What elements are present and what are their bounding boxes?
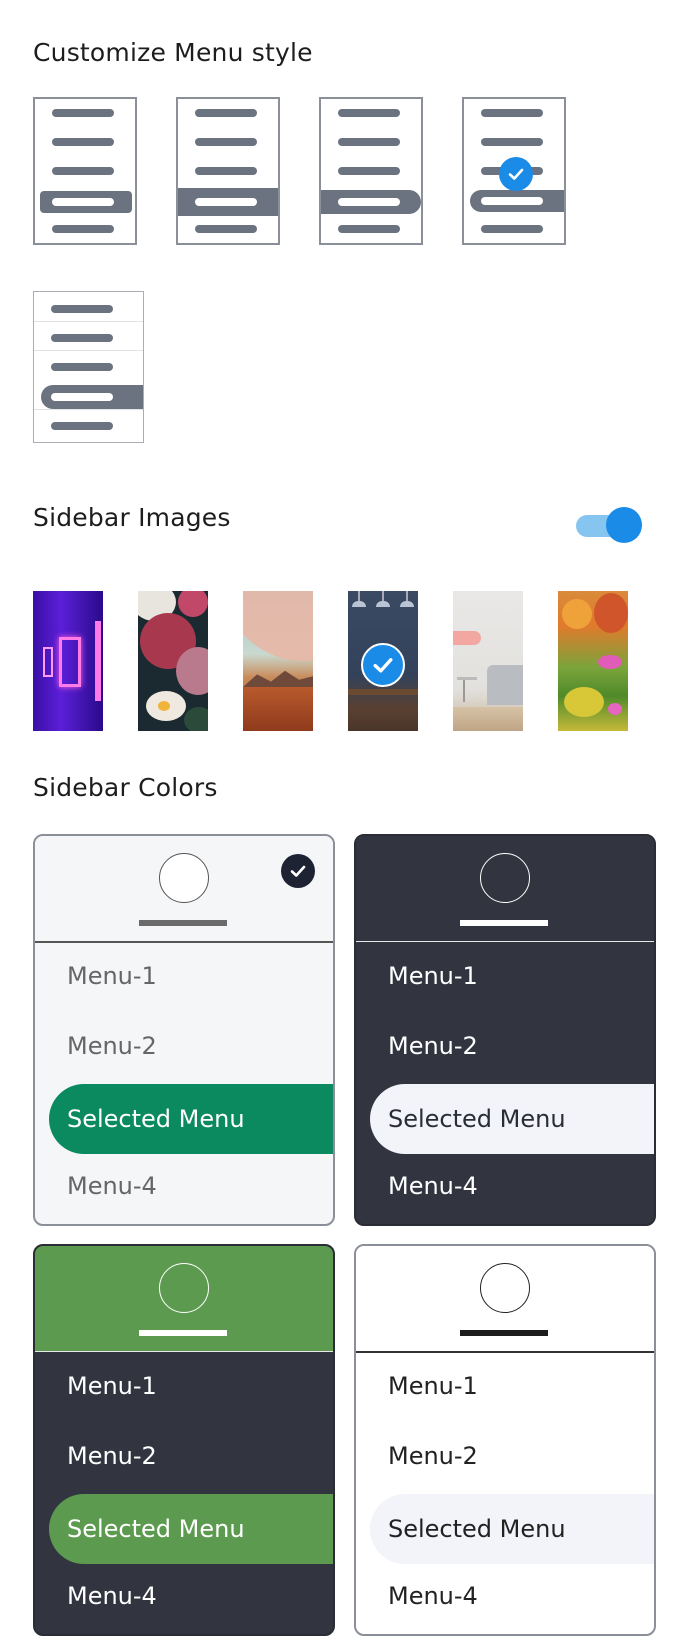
- sidebar-image-planet-desert[interactable]: [243, 591, 313, 731]
- menu-item-4: Menu-4: [67, 1582, 157, 1610]
- avatar: [480, 853, 530, 903]
- menu-bar: [481, 138, 543, 146]
- selected-menu-highlight: [470, 190, 564, 212]
- sidebar-images-title: Sidebar Images: [33, 503, 231, 532]
- menu-bar: [481, 109, 543, 117]
- menu-item-4: Menu-4: [67, 1172, 157, 1200]
- menu-style-title: Customize Menu style: [33, 38, 313, 67]
- menu-bar: [51, 305, 113, 313]
- avatar: [480, 1263, 530, 1313]
- selected-menu-item: Selected Menu: [49, 1084, 333, 1154]
- menu-item-2: Menu-2: [67, 1442, 157, 1470]
- selected-check-icon: [281, 854, 315, 888]
- sidebar-images-toggle[interactable]: [576, 507, 642, 543]
- menu-bar: [195, 167, 257, 175]
- menu-bar: [51, 422, 113, 430]
- menu-bar: [51, 363, 113, 371]
- header-divider: [356, 1351, 654, 1353]
- menu-item-4: Menu-4: [388, 1172, 478, 1200]
- selected-check-icon: [499, 157, 533, 191]
- selected-menu-highlight: [40, 191, 132, 213]
- row-divider: [34, 409, 143, 410]
- menu-bar: [338, 167, 400, 175]
- avatar: [159, 1263, 209, 1313]
- menu-style-option-1[interactable]: [33, 97, 137, 245]
- menu-bar: [195, 109, 257, 117]
- selected-check-icon: [361, 643, 405, 687]
- menu-bar: [338, 138, 400, 146]
- selected-menu-item: Selected Menu: [370, 1494, 654, 1564]
- menu-item-2: Menu-2: [388, 1032, 478, 1060]
- selected-menu-highlight: [321, 190, 421, 214]
- sidebar-color-dark[interactable]: Menu-1 Menu-2 Selected Menu Menu-4: [354, 834, 656, 1226]
- name-underline: [460, 1330, 548, 1336]
- sidebar-image-roses[interactable]: [138, 591, 208, 731]
- menu-style-option-2[interactable]: [176, 97, 280, 245]
- toggle-knob: [606, 507, 642, 543]
- menu-item-4: Menu-4: [388, 1582, 478, 1610]
- menu-bar: [52, 138, 114, 146]
- sidebar-color-white[interactable]: Menu-1 Menu-2 Selected Menu Menu-4: [354, 1244, 656, 1636]
- header-divider: [35, 941, 333, 943]
- avatar: [159, 853, 209, 903]
- menu-bar: [52, 167, 114, 175]
- menu-item-1: Menu-1: [388, 962, 478, 990]
- row-divider: [34, 350, 143, 351]
- card-header: [356, 1246, 654, 1351]
- header-divider: [356, 941, 654, 942]
- menu-item-1: Menu-1: [67, 962, 157, 990]
- menu-bar: [52, 225, 114, 233]
- selected-menu-item: Selected Menu: [49, 1494, 333, 1564]
- name-underline: [139, 920, 227, 926]
- name-underline: [460, 920, 548, 926]
- sidebar-color-light[interactable]: Menu-1 Menu-2 Selected Menu Menu-4: [33, 834, 335, 1226]
- menu-item-2: Menu-2: [388, 1442, 478, 1470]
- menu-bar: [51, 334, 113, 342]
- menu-bar: [195, 138, 257, 146]
- menu-bar: [195, 225, 257, 233]
- menu-bar: [481, 225, 543, 233]
- row-divider: [34, 321, 143, 322]
- sidebar-image-blue-lamps-room[interactable]: [348, 591, 418, 731]
- menu-item-1: Menu-1: [388, 1372, 478, 1400]
- card-header: [35, 1246, 333, 1351]
- card-header: [356, 836, 654, 941]
- selected-menu-highlight: [41, 385, 143, 409]
- sidebar-image-white-room[interactable]: [453, 591, 523, 731]
- menu-item-2: Menu-2: [67, 1032, 157, 1060]
- sidebar-colors-title: Sidebar Colors: [33, 773, 218, 802]
- selected-menu-highlight: [178, 188, 278, 216]
- menu-bar: [338, 225, 400, 233]
- menu-bar: [52, 109, 114, 117]
- sidebar-image-neon-corridor[interactable]: [33, 591, 103, 731]
- card-header: [35, 836, 333, 941]
- menu-style-option-5[interactable]: [33, 291, 144, 443]
- sidebar-color-green-dark[interactable]: Menu-1 Menu-2 Selected Menu Menu-4: [33, 1244, 335, 1636]
- selected-menu-item: Selected Menu: [370, 1084, 654, 1154]
- menu-bar: [338, 109, 400, 117]
- sidebar-image-autumn-garden[interactable]: [558, 591, 628, 731]
- menu-style-option-4[interactable]: [462, 97, 566, 245]
- menu-style-option-3[interactable]: [319, 97, 423, 245]
- menu-item-1: Menu-1: [67, 1372, 157, 1400]
- header-divider: [35, 1351, 333, 1352]
- name-underline: [139, 1330, 227, 1336]
